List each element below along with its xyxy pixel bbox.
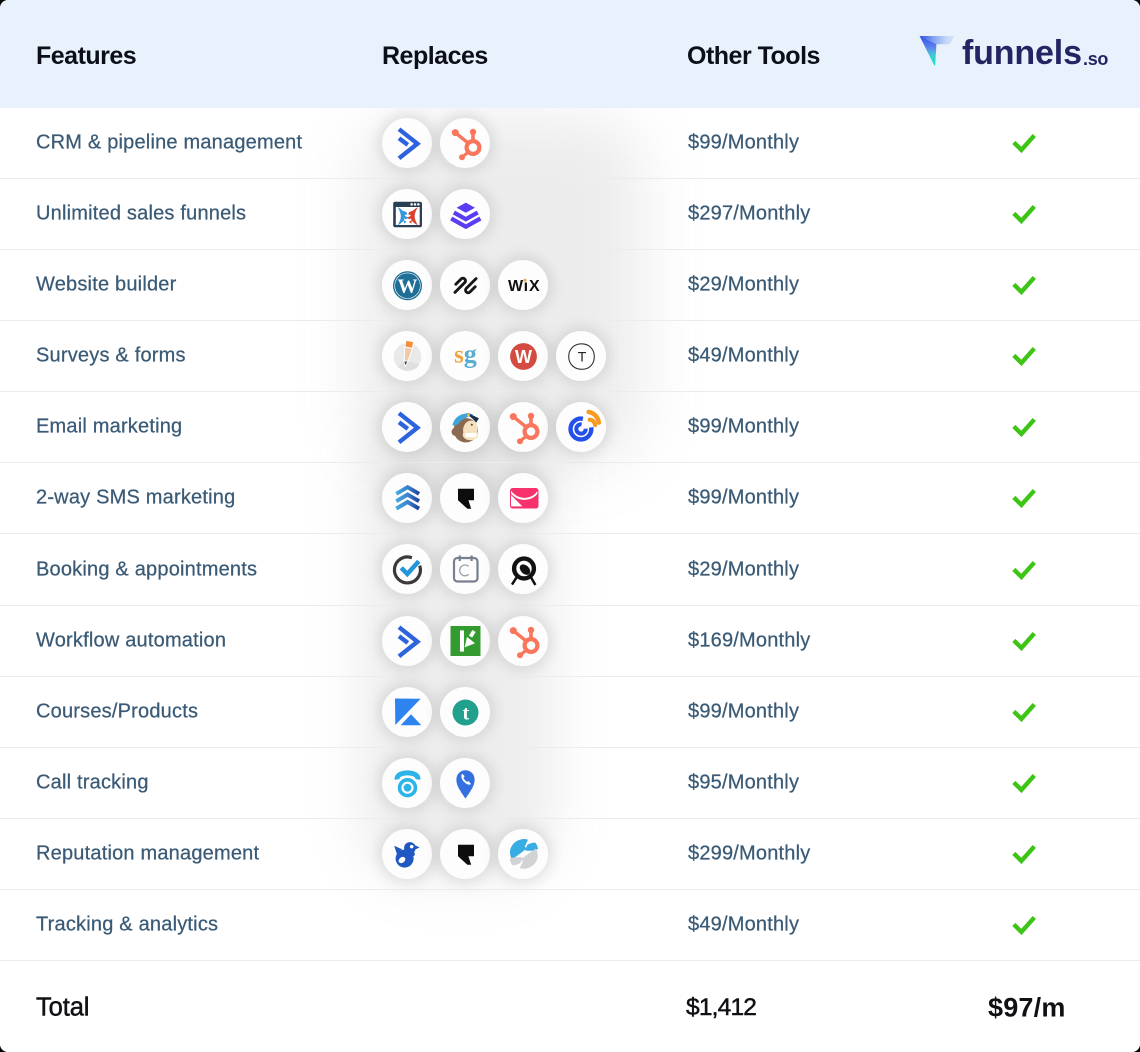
svg-text:g: g [464,340,477,369]
svg-text:X: X [529,278,540,295]
svg-text:W: W [508,278,524,295]
svg-text:t: t [462,702,469,724]
svg-text:W: W [515,347,532,367]
svg-text:s: s [454,342,464,369]
svg-text:W: W [398,276,418,298]
svg-text:T: T [578,349,587,365]
